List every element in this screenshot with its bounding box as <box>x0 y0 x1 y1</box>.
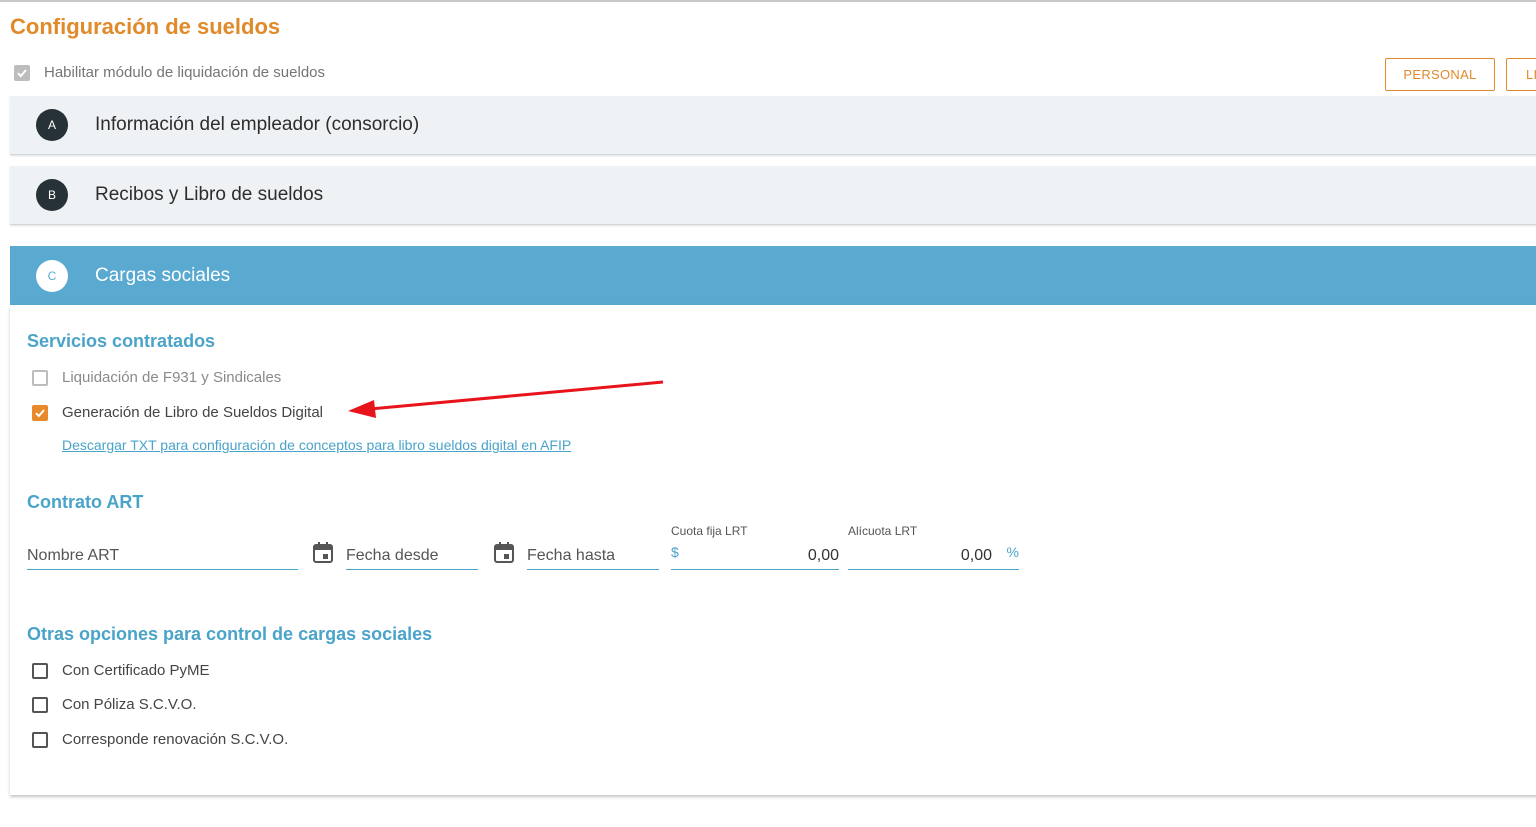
cuota-fija-value: 0,00 <box>807 547 839 564</box>
percent-suffix: % <box>1006 544 1019 560</box>
nombre-art-placeholder: Nombre ART <box>27 547 120 564</box>
page-title: Configuración de sueldos <box>10 14 281 39</box>
cuota-fija-input[interactable]: $ 0,00 <box>671 540 839 570</box>
poliza-checkbox-row[interactable]: Con Póliza S.C.V.O. <box>32 696 197 713</box>
checkmark-icon <box>35 408 45 417</box>
renovacion-checkbox-row[interactable]: Corresponde renovación S.C.V.O. <box>32 731 288 748</box>
f931-checkbox-row[interactable]: Liquidación de F931 y Sindicales <box>32 369 281 386</box>
accordion-receipts-book[interactable]: B Recibos y Libro de sueldos <box>10 166 1536 225</box>
renovacion-label: Corresponde renovación S.C.V.O. <box>62 731 289 748</box>
enable-module-checkbox[interactable] <box>14 64 30 81</box>
checkmark-icon <box>17 68 27 77</box>
libro-digital-label: Generación de Libro de Sueldos Digital <box>62 404 323 421</box>
accordion-title: Información del empleador (consorcio) <box>95 114 420 135</box>
download-txt-link[interactable]: Descargar TXT para configuración de conc… <box>62 437 571 453</box>
poliza-label: Con Póliza S.C.V.O. <box>62 696 197 713</box>
currency-prefix: $ <box>671 544 679 560</box>
alicuota-label: Alícuota LRT <box>848 524 918 538</box>
section-title-otras: Otras opciones para control de cargas so… <box>27 624 433 644</box>
calendar-icon[interactable] <box>494 541 514 563</box>
enable-module-checkbox-row[interactable]: Habilitar módulo de liquidación de sueld… <box>14 64 325 81</box>
alicuota-value: 0,00 <box>960 547 992 564</box>
calendar-icon[interactable] <box>313 541 333 563</box>
accordion-employer-info[interactable]: A Información del empleador (consorcio) <box>10 96 1536 155</box>
pyme-checkbox-row[interactable]: Con Certificado PyME <box>32 662 210 679</box>
f931-checkbox[interactable] <box>32 369 48 386</box>
step-badge-a: A <box>36 109 68 141</box>
pyme-checkbox[interactable] <box>32 662 48 679</box>
section-title-contrato: Contrato ART <box>27 492 144 512</box>
libro-digital-checkbox-row[interactable]: Generación de Libro de Sueldos Digital <box>32 404 323 421</box>
accordion-title: Recibos y Libro de sueldos <box>95 184 324 205</box>
step-badge-c: C <box>36 259 68 292</box>
f931-label: Liquidación de F931 y Sindicales <box>62 369 282 386</box>
section-title-servicios: Servicios contratados <box>27 331 216 351</box>
libro-digital-checkbox[interactable] <box>32 404 48 421</box>
nombre-art-input[interactable]: Nombre ART <box>27 540 298 570</box>
step-badge-b: B <box>36 179 68 211</box>
alicuota-input[interactable]: 0,00 % <box>848 540 1019 570</box>
annotation-arrow <box>348 380 664 418</box>
accordion-title: Cargas sociales <box>95 264 231 286</box>
fecha-desde-placeholder: Fecha desde <box>346 547 439 564</box>
cuota-fija-label: Cuota fija LRT <box>671 524 748 538</box>
top-border <box>0 0 1536 2</box>
fecha-hasta-placeholder: Fecha hasta <box>527 547 616 564</box>
accordion-social-charges[interactable]: C Cargas sociales <box>10 246 1536 305</box>
enable-module-label: Habilitar módulo de liquidación de sueld… <box>44 64 326 81</box>
fecha-hasta-input[interactable]: Fecha hasta <box>527 540 659 570</box>
renovacion-checkbox[interactable] <box>32 731 48 748</box>
li-button[interactable]: LI <box>1506 58 1536 91</box>
poliza-checkbox[interactable] <box>32 696 48 713</box>
personal-button[interactable]: PERSONAL <box>1385 58 1495 91</box>
fecha-desde-input[interactable]: Fecha desde <box>346 540 478 570</box>
pyme-label: Con Certificado PyME <box>62 662 210 679</box>
